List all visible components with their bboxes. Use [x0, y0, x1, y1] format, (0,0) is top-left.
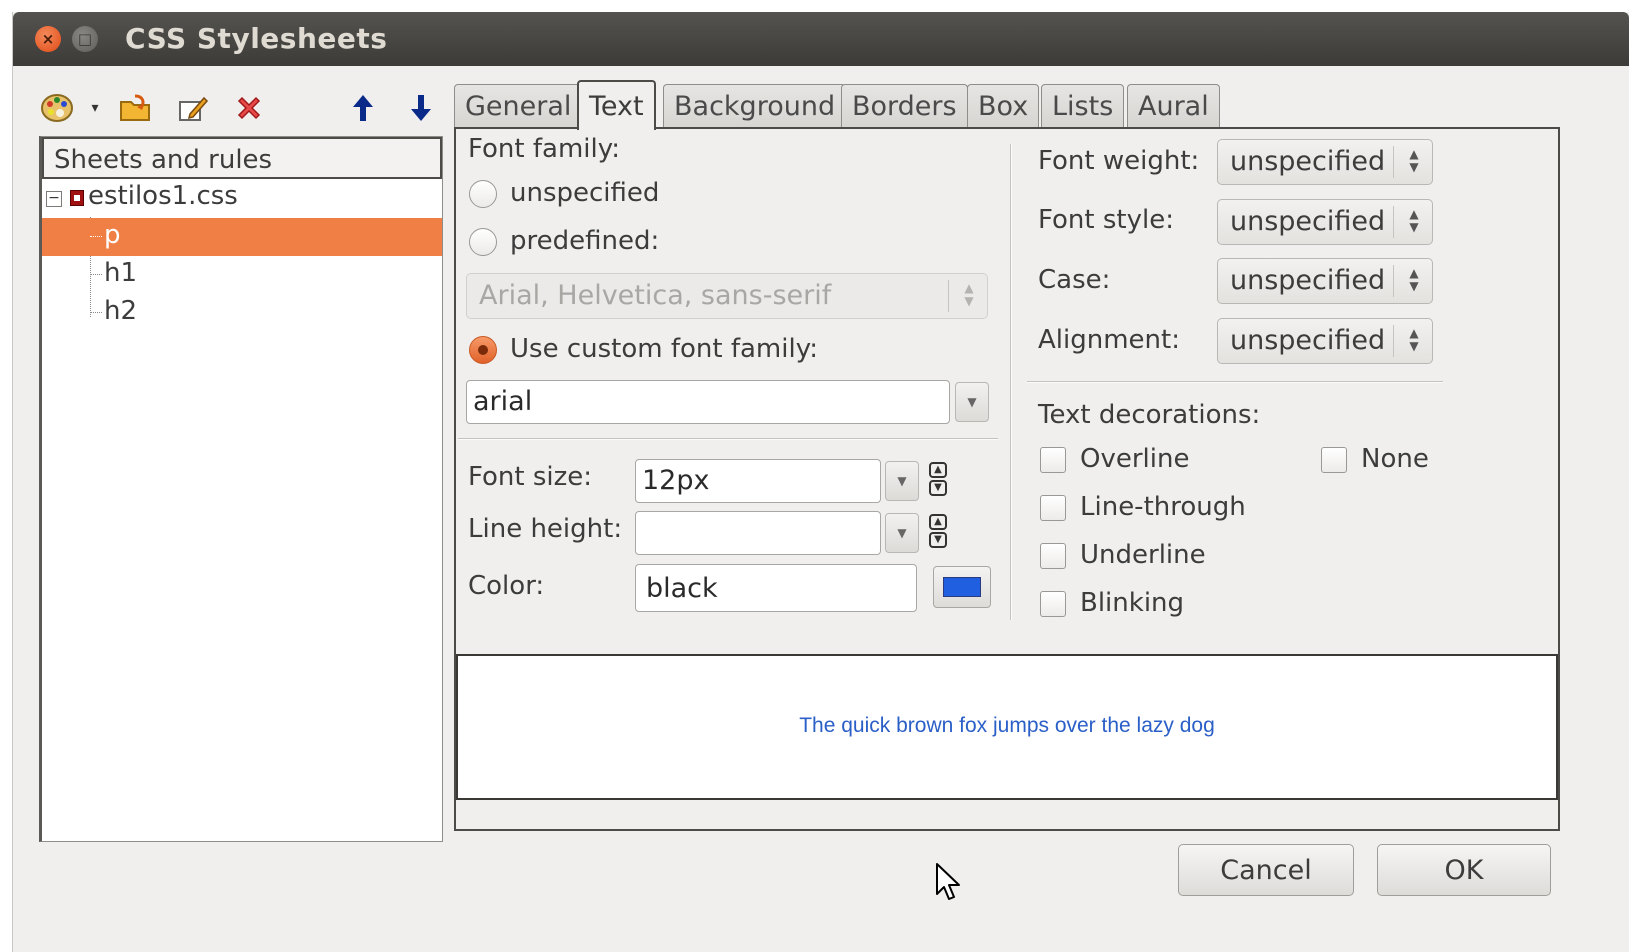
none-checkbox[interactable] [1321, 447, 1347, 473]
import-folder-icon[interactable] [115, 88, 155, 128]
radio-custom-font-label[interactable]: Use custom font family: [510, 334, 818, 364]
combo-separator [1393, 206, 1394, 238]
font-style-select[interactable]: unspecified ▲ ▼ [1217, 199, 1433, 245]
tree-rule-h1[interactable]: h1 [42, 256, 442, 294]
ok-button[interactable]: OK [1377, 844, 1551, 896]
move-up-icon[interactable] [345, 88, 381, 128]
color-input[interactable]: black [635, 564, 917, 612]
font-size-dropdown-icon[interactable]: ▼ [885, 461, 919, 501]
tree-file-row[interactable]: − estilos1.css [42, 179, 442, 217]
maximize-icon[interactable]: □ [72, 26, 98, 52]
mouse-cursor-icon [935, 862, 963, 906]
font-weight-label: Font weight: [1038, 146, 1200, 176]
tree-rule-h2[interactable]: h2 [42, 294, 442, 332]
case-select[interactable]: unspecified ▲ ▼ [1217, 258, 1433, 304]
tab-text[interactable]: Text [577, 80, 656, 130]
combo-separator [948, 280, 949, 312]
cancel-button[interactable]: Cancel [1178, 844, 1354, 896]
radio-unspecified-label[interactable]: unspecified [510, 178, 659, 208]
combo-arrows-icon: ▲ ▼ [1409, 326, 1419, 353]
sheets-tree[interactable]: Sheets and rules − estilos1.css p h1 h2 [39, 136, 443, 842]
combo-arrows-icon: ▲ ▼ [1409, 207, 1419, 234]
tree-file-name: estilos1.css [88, 181, 238, 211]
overline-checkbox[interactable] [1040, 447, 1066, 473]
edit-icon[interactable] [173, 88, 213, 128]
preview-text: The quick brown fox jumps over the lazy … [799, 714, 1215, 737]
combo-arrows-icon: ▲ ▼ [1409, 147, 1419, 174]
combo-separator [1393, 265, 1394, 297]
font-weight-value: unspecified [1230, 146, 1386, 177]
line-height-spinner-icon[interactable]: ▲ ▼ [927, 513, 949, 549]
none-label[interactable]: None [1361, 444, 1429, 474]
tab-background[interactable]: Background [663, 84, 847, 128]
font-weight-select[interactable]: unspecified ▲ ▼ [1217, 139, 1433, 185]
combo-separator [1393, 146, 1394, 178]
tree-column-header[interactable]: Sheets and rules [42, 137, 442, 179]
case-value: unspecified [1230, 265, 1386, 296]
font-style-value: unspecified [1230, 206, 1386, 237]
stylesheet-file-icon [70, 190, 84, 206]
section-divider [458, 438, 998, 440]
font-family-label: Font family: [468, 134, 620, 164]
alignment-value: unspecified [1230, 325, 1386, 356]
font-size-label: Font size: [468, 462, 593, 492]
line-height-input[interactable] [635, 511, 881, 555]
font-size-input[interactable]: 12px [635, 459, 881, 503]
delete-icon[interactable] [229, 88, 269, 128]
alignment-label: Alignment: [1038, 325, 1180, 355]
underline-checkbox[interactable] [1040, 543, 1066, 569]
tab-general[interactable]: General [454, 84, 583, 128]
move-down-icon[interactable] [403, 88, 439, 128]
tab-lists[interactable]: Lists [1041, 84, 1125, 128]
tree-rule-label: h2 [104, 296, 138, 326]
close-icon[interactable]: × [35, 26, 61, 52]
preview-box: The quick brown fox jumps over the lazy … [456, 654, 1558, 800]
collapse-icon[interactable]: − [46, 191, 62, 207]
tree-connector [90, 312, 102, 313]
color-label: Color: [468, 571, 545, 601]
tree-connector [90, 236, 102, 237]
line-through-checkbox[interactable] [1040, 495, 1066, 521]
text-decorations-label: Text decorations: [1038, 400, 1261, 430]
tab-borders[interactable]: Borders [841, 84, 968, 128]
font-size-spinner-icon[interactable]: ▲ ▼ [927, 461, 949, 497]
line-height-dropdown-icon[interactable]: ▼ [885, 513, 919, 553]
custom-font-input[interactable]: arial [466, 380, 950, 424]
radio-unspecified[interactable] [469, 180, 497, 208]
predefined-font-value: Arial, Helvetica, sans-serif [479, 280, 832, 311]
radio-predefined-label[interactable]: predefined: [510, 226, 659, 256]
tab-aural[interactable]: Aural [1127, 84, 1220, 128]
combo-arrows-icon: ▲ ▼ [1409, 266, 1419, 293]
case-label: Case: [1038, 265, 1111, 295]
alignment-select[interactable]: unspecified ▲ ▼ [1217, 318, 1433, 364]
tree-rule-p[interactable]: p [42, 218, 442, 256]
custom-font-dropdown-icon[interactable]: ▼ [955, 382, 989, 422]
tree-connector [90, 274, 102, 275]
window-title: CSS Stylesheets [125, 22, 388, 55]
blinking-checkbox[interactable] [1040, 591, 1066, 617]
title-bar[interactable]: × □ CSS Stylesheets [13, 12, 1629, 66]
blinking-label[interactable]: Blinking [1080, 588, 1184, 618]
combo-arrows-icon: ▲ ▼ [964, 281, 974, 308]
font-style-label: Font style: [1038, 205, 1174, 235]
tab-box[interactable]: Box [967, 84, 1040, 128]
overline-label[interactable]: Overline [1080, 444, 1189, 474]
color-picker-button[interactable] [933, 566, 991, 608]
radio-custom-font[interactable] [469, 336, 497, 364]
line-through-label[interactable]: Line-through [1080, 492, 1246, 522]
radio-predefined[interactable] [469, 228, 497, 256]
column-divider [1010, 144, 1012, 620]
dropdown-arrow-icon[interactable]: ▾ [85, 88, 105, 128]
tree-rule-label: p [104, 220, 121, 250]
section-divider [1027, 381, 1443, 383]
line-height-label: Line height: [468, 514, 623, 544]
combo-separator [1393, 325, 1394, 357]
tree-rule-label: h1 [104, 258, 138, 288]
palette-icon[interactable] [37, 88, 77, 128]
predefined-font-combo: Arial, Helvetica, sans-serif ▲ ▼ [466, 273, 988, 319]
color-swatch [943, 577, 981, 597]
css-stylesheets-dialog: × □ CSS Stylesheets ▾ Sheets and rules −… [12, 12, 1629, 952]
underline-label[interactable]: Underline [1080, 540, 1206, 570]
